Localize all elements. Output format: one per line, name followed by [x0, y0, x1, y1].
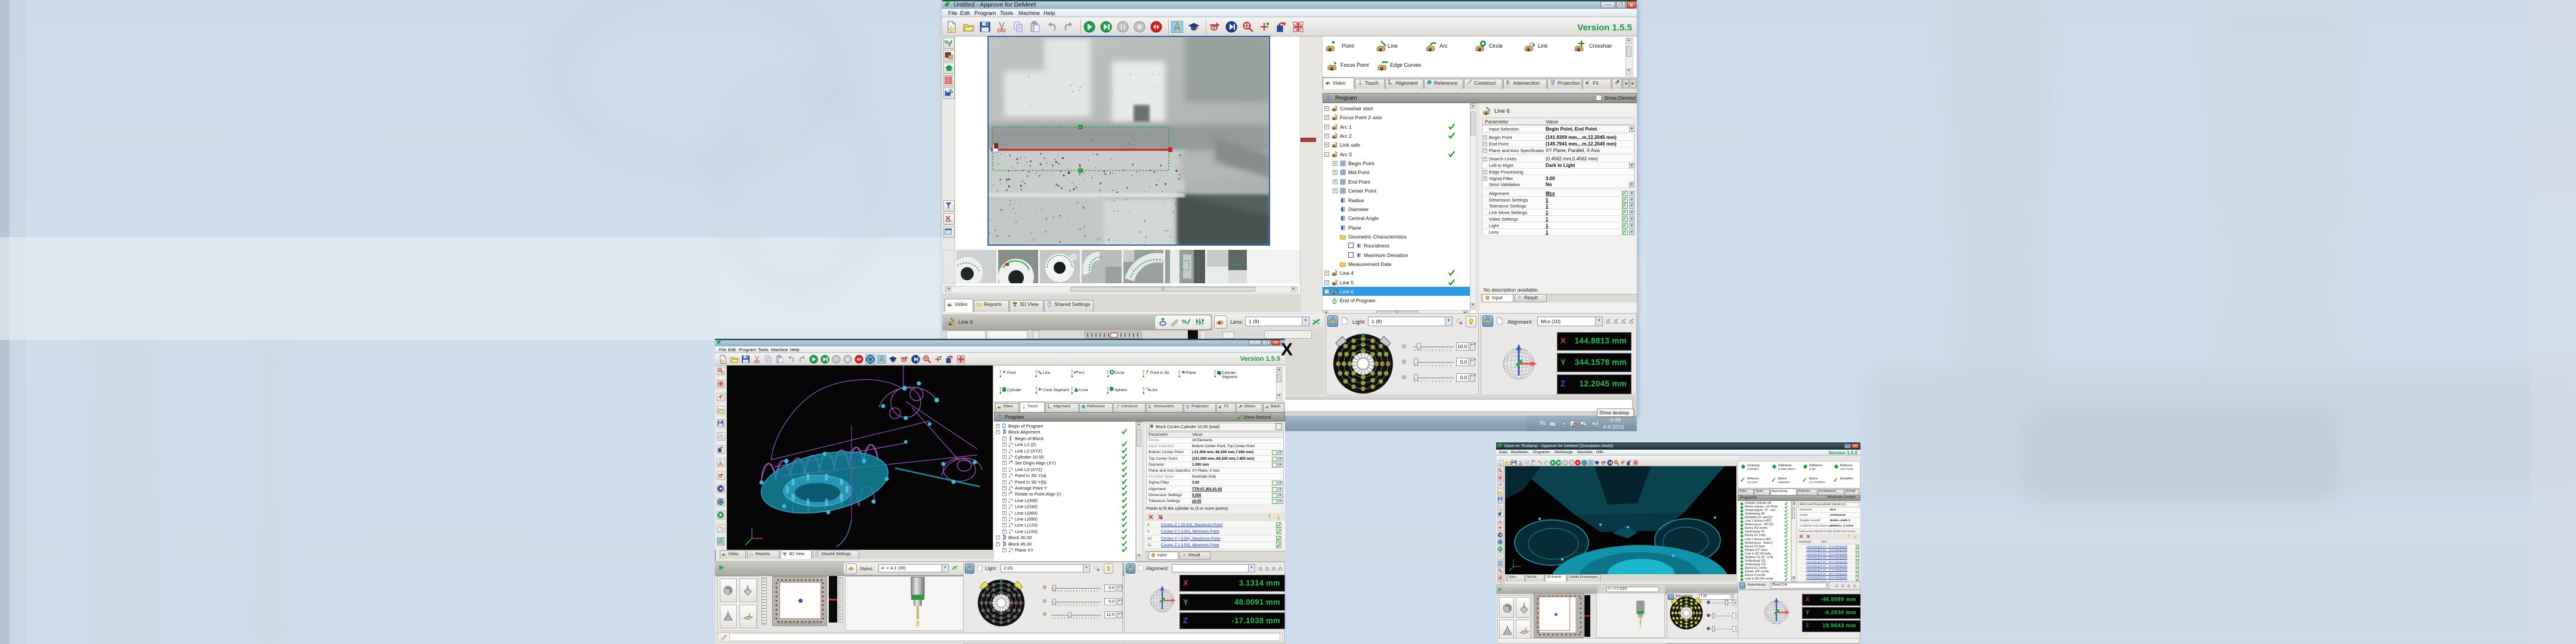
- svg-text:%: %: [1182, 318, 1187, 325]
